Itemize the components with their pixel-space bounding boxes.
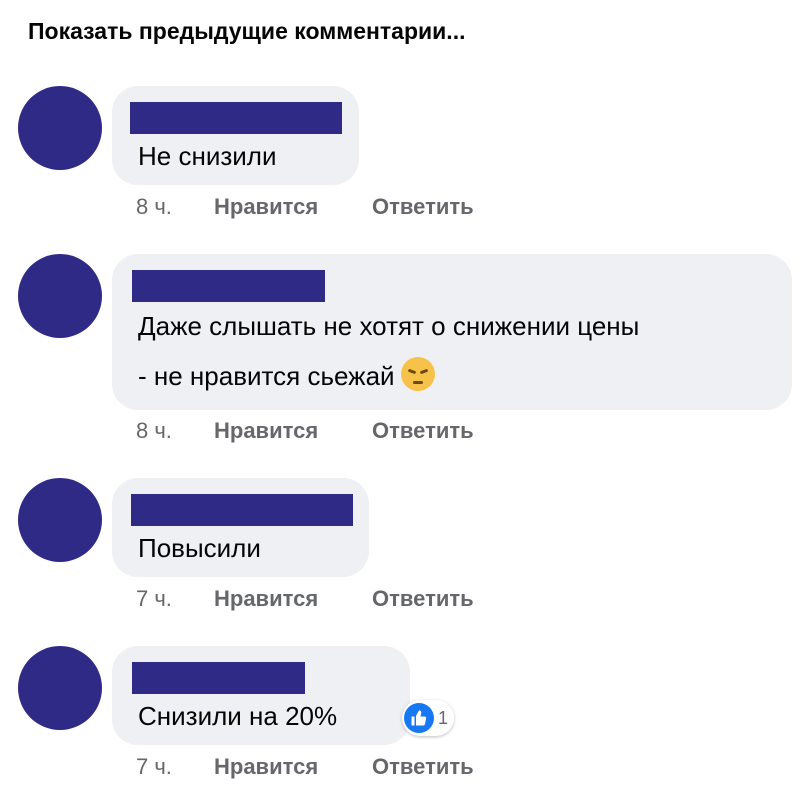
like-button[interactable]: Нравится [214, 194, 318, 220]
timestamp[interactable]: 7 ч. [136, 754, 172, 780]
redacted-author-name[interactable] [132, 270, 325, 302]
like-button[interactable]: Нравится [214, 418, 318, 444]
reaction-summary[interactable]: 1 [402, 700, 455, 736]
like-button[interactable]: Нравится [214, 754, 318, 780]
comment-bubble: Даже слышать не хотят о снижении цены - … [112, 254, 792, 410]
comment-text-line1: Даже слышать не хотят о снижении цены [138, 311, 640, 341]
avatar[interactable] [18, 86, 102, 170]
reply-button[interactable]: Ответить [372, 586, 474, 612]
timestamp[interactable]: 8 ч. [136, 418, 172, 444]
comment-text-line2-content: - не нравится сьежай [138, 361, 395, 391]
like-button[interactable]: Нравится [214, 586, 318, 612]
comment-bubble: Повысили [112, 478, 369, 577]
show-previous-comments-link[interactable]: Показать предыдущие комментарии... [28, 18, 465, 45]
comment-text-line2: - не нравится сьежай [138, 350, 435, 402]
comment-bubble: Снизили на 20% [112, 646, 410, 745]
avatar[interactable] [18, 254, 102, 338]
comment-text: Не снизили [138, 141, 277, 171]
avatar[interactable] [18, 646, 102, 730]
timestamp[interactable]: 8 ч. [136, 194, 172, 220]
reaction-count: 1 [438, 707, 449, 728]
avatar[interactable] [18, 478, 102, 562]
reply-button[interactable]: Ответить [372, 754, 474, 780]
thumbs-up-icon [404, 703, 434, 733]
comment-text: Снизили на 20% [138, 701, 338, 731]
comment-text: Повысили [138, 533, 261, 563]
comment-bubble: Не снизили [112, 86, 359, 185]
reply-button[interactable]: Ответить [372, 418, 474, 444]
timestamp[interactable]: 7 ч. [136, 586, 172, 612]
reply-button[interactable]: Ответить [372, 194, 474, 220]
pensive-face-icon [400, 357, 435, 391]
